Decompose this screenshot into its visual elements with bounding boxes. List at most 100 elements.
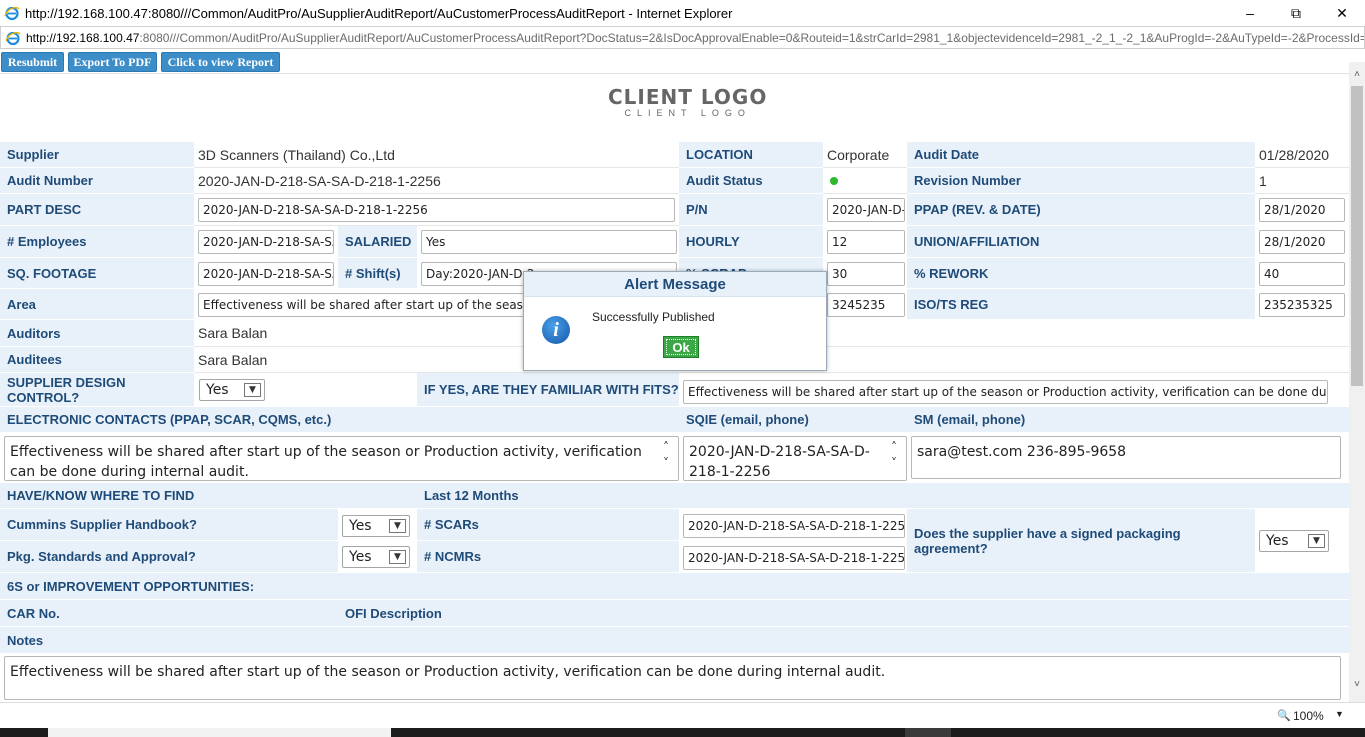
- ncmrs-input[interactable]: 2020-JAN-D-218-SA-SA-D-218-1-2256: [683, 546, 905, 570]
- report-toolbar: Resubmit Export To PDF Click to view Rep…: [0, 51, 1365, 73]
- fits-input[interactable]: Effectiveness will be shared after start…: [683, 380, 1328, 404]
- sqie-label: SQIE (email, phone): [679, 407, 907, 433]
- chevron-down-icon: ▼: [1308, 534, 1325, 548]
- export-pdf-button[interactable]: Export To PDF: [68, 52, 157, 72]
- union-label: UNION/AFFILIATION: [907, 226, 1255, 258]
- textarea-scroll-icon[interactable]: ˄ ˅: [663, 439, 675, 471]
- design-control-label: SUPPLIER DESIGN CONTROL?: [0, 373, 194, 407]
- sm-textarea[interactable]: sara@test.com 236-895-9658: [911, 436, 1341, 479]
- textarea-scroll-icon[interactable]: ˄ ˅: [891, 439, 903, 471]
- audit-status-value: [823, 168, 907, 194]
- sixs-label: 6S or IMPROVEMENT OPPORTUNITIES:: [0, 573, 1349, 600]
- packaging-select[interactable]: Yes ▼: [1259, 530, 1329, 552]
- alert-title: Alert Message: [524, 272, 826, 297]
- chevron-down-icon: ▼: [389, 519, 406, 533]
- audit-date-value: 01/28/2020: [1255, 142, 1349, 168]
- scroll-down-icon[interactable]: ˅: [1349, 676, 1365, 692]
- ppap-input[interactable]: 28/1/2020: [1259, 198, 1345, 222]
- handbook-select-value: Yes: [349, 518, 372, 534]
- design-control-select[interactable]: Yes ▼: [199, 379, 265, 401]
- report-content: CLIENT LOGO CLIENT LOGO Supplier 3D Scan…: [0, 73, 1349, 701]
- taskbar-active-app[interactable]: [905, 728, 951, 737]
- pkg-std-select[interactable]: Yes ▼: [342, 546, 410, 568]
- employees-input[interactable]: 2020-JAN-D-218-SA-SA-: [198, 230, 334, 254]
- taskbar-search-box[interactable]: [48, 728, 391, 737]
- rework-label: % REWORK: [907, 258, 1255, 289]
- sqft-input[interactable]: 2020-JAN-D-218-SA-SA-I: [198, 262, 334, 286]
- salaried-input[interactable]: Yes: [421, 230, 677, 254]
- audit-date-label: Audit Date: [907, 142, 1255, 168]
- revision-label: Revision Number: [907, 168, 1255, 194]
- employees-label: # Employees: [0, 226, 194, 258]
- scrap-input[interactable]: 30: [827, 262, 905, 286]
- resubmit-button[interactable]: Resubmit: [1, 52, 64, 72]
- contacts-textarea[interactable]: Effectiveness will be shared after start…: [4, 436, 679, 481]
- chevron-down-icon: ▼: [244, 383, 261, 397]
- audit-status-label: Audit Status: [679, 168, 823, 194]
- last12-label: Last 12 Months: [417, 483, 1349, 509]
- pkg-std-label: Pkg. Standards and Approval?: [0, 541, 338, 573]
- notes-text: Effectiveness will be shared after start…: [10, 664, 886, 680]
- fits-label: IF YES, ARE THEY FAMILIAR WITH FITS?: [417, 373, 679, 407]
- status-dot-icon: [830, 176, 838, 185]
- auditors-label: Auditors: [0, 320, 194, 347]
- pn-input[interactable]: 2020-JAN-D-: [827, 198, 905, 222]
- iso-input[interactable]: 235235325: [1259, 293, 1345, 317]
- chevron-down-icon: ▼: [389, 550, 406, 564]
- iso-label: ISO/TS REG: [907, 289, 1255, 320]
- revision-value: 1: [1255, 168, 1349, 194]
- area-label: Area: [0, 289, 194, 320]
- hourly-input[interactable]: 12: [827, 230, 905, 254]
- pkg-std-select-value: Yes: [349, 549, 372, 565]
- scars-label: # SCARs: [417, 509, 679, 541]
- part-desc-input[interactable]: 2020-JAN-D-218-SA-SA-D-218-1-2256: [198, 198, 675, 222]
- page-icon: [5, 30, 21, 46]
- design-control-select-value: Yes: [206, 382, 229, 398]
- alert-message: Successfully Published: [592, 310, 715, 324]
- area-extra-input[interactable]: 3245235: [827, 293, 905, 317]
- auditees-label: Auditees: [0, 347, 194, 373]
- chevron-down-icon[interactable]: ▼: [1335, 709, 1344, 719]
- address-bar[interactable]: http://192.168.100.47:8080///Common/Audi…: [0, 26, 1365, 49]
- ncmrs-label: # NCMRs: [417, 541, 679, 573]
- rework-input[interactable]: 40: [1259, 262, 1345, 286]
- page-scrollbar[interactable]: ˄ ˅: [1349, 62, 1365, 702]
- sqie-textarea[interactable]: 2020-JAN-D-218-SA-SA-D-218-1-2256 ˄ ˅: [683, 436, 907, 481]
- ok-button[interactable]: Ok: [663, 336, 699, 358]
- close-icon[interactable]: ✕: [1319, 0, 1365, 26]
- audit-number-value: 2020-JAN-D-218-SA-SA-D-218-1-2256: [194, 168, 679, 194]
- handbook-select[interactable]: Yes ▼: [342, 515, 410, 537]
- ofi-label: OFI Description: [338, 600, 1349, 627]
- part-desc-label: PART DESC: [0, 194, 194, 226]
- packaging-select-value: Yes: [1266, 533, 1289, 549]
- scrollbar-thumb[interactable]: [1351, 86, 1363, 386]
- notes-textarea[interactable]: Effectiveness will be shared after start…: [4, 656, 1341, 700]
- ppap-label: PPAP (REV. & DATE): [907, 194, 1255, 226]
- taskbar: [0, 728, 1365, 737]
- supplier-label: Supplier: [0, 142, 194, 168]
- handbook-label: Cummins Supplier Handbook?: [0, 509, 338, 541]
- sm-label: SM (email, phone): [907, 407, 1349, 433]
- scroll-up-icon[interactable]: ˄: [1349, 66, 1365, 82]
- notes-label: Notes: [0, 627, 1349, 654]
- supplier-value: 3D Scanners (Thailand) Co.,Ltd: [194, 142, 679, 168]
- contacts-label: ELECTRONIC CONTACTS (PPAP, SCAR, CQMS, e…: [0, 407, 679, 433]
- salaried-label: SALARIED: [338, 226, 417, 258]
- zoom-icon: 🔍: [1277, 710, 1291, 722]
- sm-text: sara@test.com 236-895-9658: [917, 444, 1127, 460]
- union-input[interactable]: 28/1/2020: [1259, 230, 1345, 254]
- zoom-level[interactable]: 100%: [1293, 709, 1324, 723]
- scars-input[interactable]: 2020-JAN-D-218-SA-SA-D-218-1-2256: [683, 514, 905, 538]
- shifts-label: # Shift(s): [338, 258, 417, 289]
- view-report-button[interactable]: Click to view Report: [161, 52, 280, 72]
- have-know-label: HAVE/KNOW WHERE TO FIND: [0, 483, 417, 509]
- internet-explorer-icon: [4, 5, 20, 21]
- location-value: Corporate: [823, 142, 907, 168]
- minimize-icon[interactable]: –: [1227, 0, 1273, 26]
- address-path: :8080///Common/AuditPro/AuSupplierAuditR…: [139, 30, 1365, 45]
- audit-number-label: Audit Number: [0, 168, 194, 194]
- hourly-label: HOURLY: [679, 226, 823, 258]
- packaging-label: Does the supplier have a signed packagin…: [907, 509, 1255, 573]
- sqie-text: 2020-JAN-D-218-SA-SA-D-218-1-2256: [689, 444, 870, 480]
- restore-icon[interactable]: ⧉: [1273, 0, 1319, 26]
